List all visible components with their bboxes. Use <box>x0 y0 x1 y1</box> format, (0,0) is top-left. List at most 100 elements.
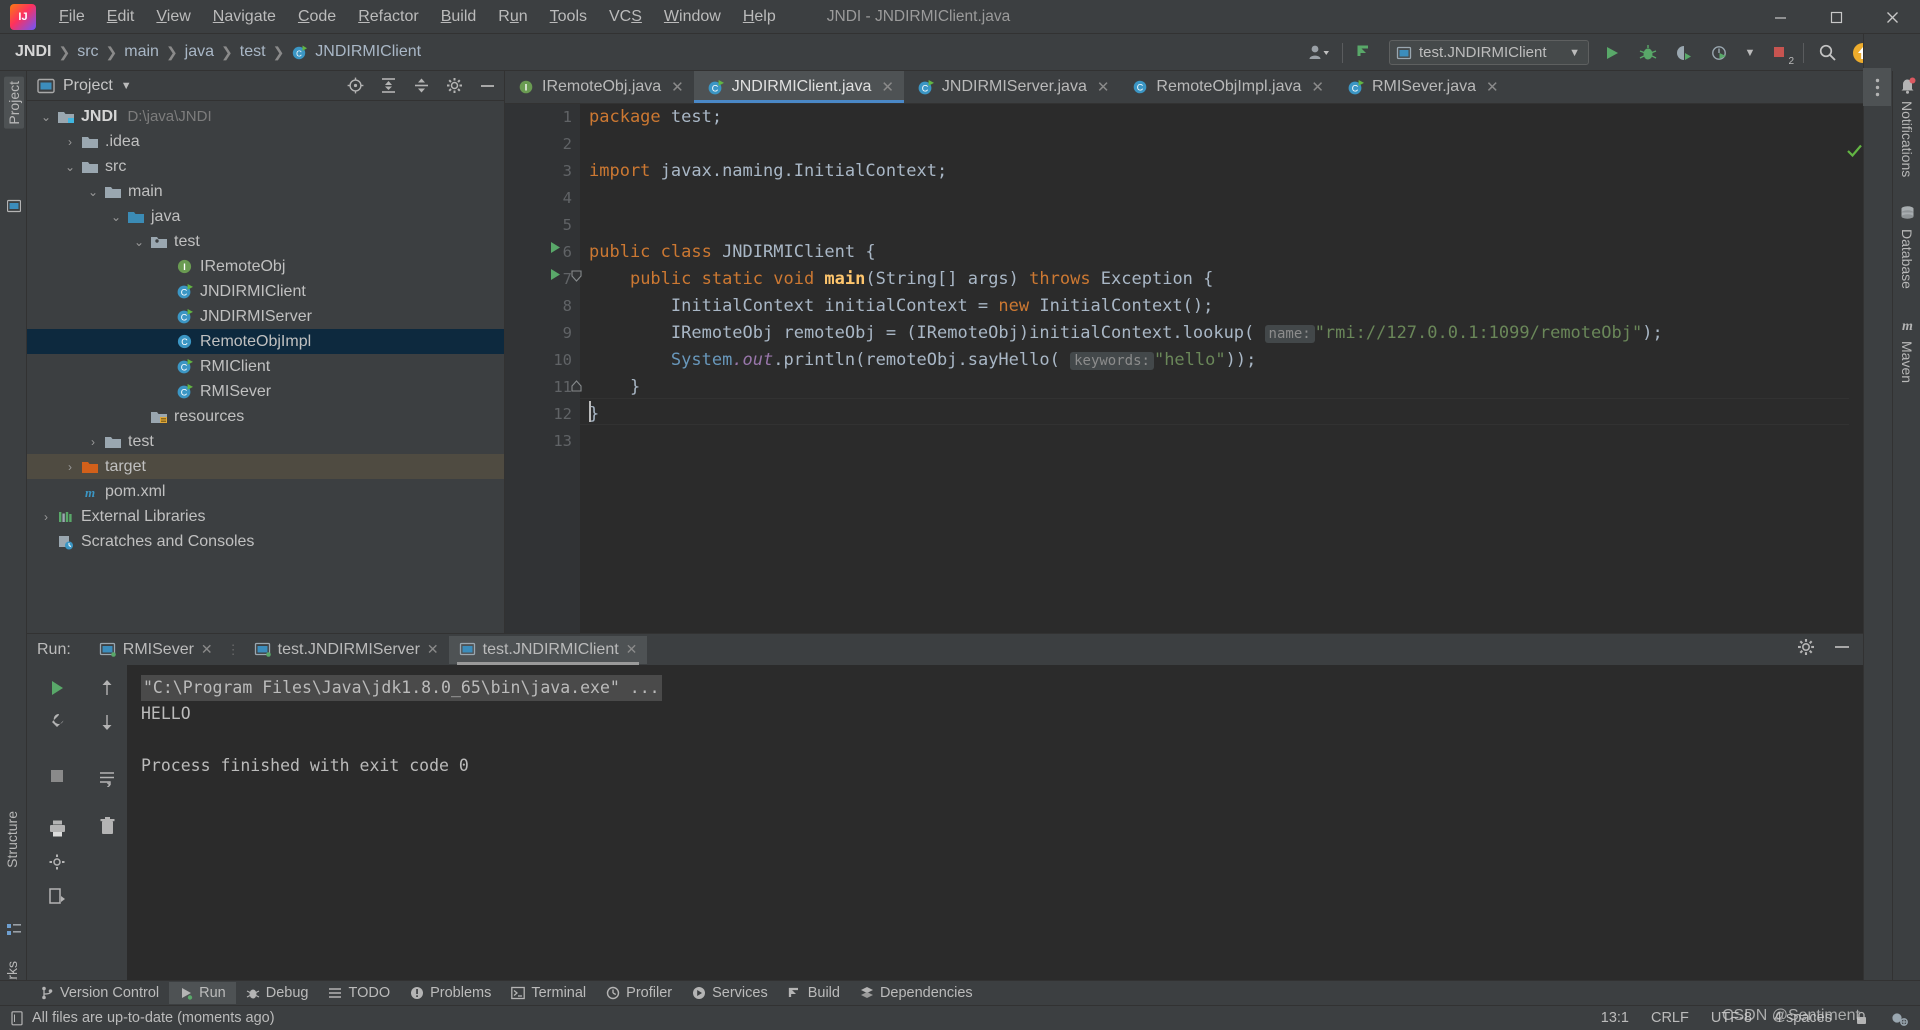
user-account-icon[interactable] <box>1306 40 1332 66</box>
tree-item-scratches-and-consoles[interactable]: Scratches and Consoles <box>27 529 504 554</box>
menu-navigate[interactable]: Navigate <box>202 4 287 30</box>
breadcrumb-item-main[interactable]: main <box>121 41 162 63</box>
chevron-down-icon[interactable]: ⌄ <box>39 110 53 124</box>
menu-file[interactable]: File <box>48 4 96 30</box>
stripe-button-structure[interactable]: Structure <box>4 811 20 868</box>
menu-tools[interactable]: Tools <box>539 4 598 30</box>
inspections-widget-icon[interactable] <box>1891 1010 1908 1026</box>
debug-icon[interactable] <box>1635 40 1661 66</box>
close-icon[interactable]: ✕ <box>881 78 894 96</box>
run-tab-jndirmiserver[interactable]: test.JNDIRMIServer ✕ <box>244 636 449 664</box>
bottom-button-services[interactable]: Services <box>682 982 778 1004</box>
menu-run[interactable]: Run <box>487 4 538 30</box>
stop-button[interactable] <box>40 759 74 793</box>
menu-edit[interactable]: Edit <box>96 4 146 30</box>
editor-scrollbar[interactable] <box>1846 137 1863 633</box>
close-icon[interactable]: ✕ <box>671 78 684 96</box>
tree-item-target[interactable]: › target <box>27 454 504 479</box>
bottom-button-problems[interactable]: Problems <box>400 982 501 1004</box>
gear-icon[interactable] <box>446 77 463 94</box>
run-gutter-icon[interactable] <box>549 268 562 284</box>
print-button[interactable] <box>40 811 74 845</box>
hide-panel-icon[interactable] <box>479 77 496 94</box>
bottom-button-version-control[interactable]: Version Control <box>30 982 169 1004</box>
tree-item-test-dir[interactable]: › test <box>27 429 504 454</box>
caret-position[interactable]: 13:1 <box>1601 1010 1629 1026</box>
menu-refactor[interactable]: Refactor <box>347 4 429 30</box>
breadcrumb-item-test[interactable]: test <box>237 41 269 63</box>
editor-tab-jndirmiclient[interactable]: C JNDIRMIClient.java ✕ <box>693 71 905 103</box>
bottom-button-debug[interactable]: Debug <box>236 982 319 1004</box>
breadcrumb-item-src[interactable]: src <box>74 41 101 63</box>
profiler-icon[interactable] <box>1707 40 1733 66</box>
clear-all-button[interactable] <box>90 809 124 843</box>
bottom-button-run[interactable]: Run <box>169 982 236 1004</box>
run-tab-jndirmiclient[interactable]: test.JNDIRMIClient ✕ <box>448 635 648 665</box>
editor-tab-remoteobjimpl[interactable]: C RemoteObjImpl.java ✕ <box>1119 71 1334 103</box>
bottom-button-terminal[interactable]: Terminal <box>501 982 596 1004</box>
line-separator[interactable]: CRLF <box>1651 1010 1689 1026</box>
stop-icon[interactable]: 2 <box>1767 40 1794 67</box>
bottom-button-dependencies[interactable]: Dependencies <box>850 982 983 1004</box>
run-console-output[interactable]: "C:\Program Files\Java\jdk1.8.0_65\bin\j… <box>127 665 1863 984</box>
tree-item-rmiclient[interactable]: C RMIClient <box>27 354 504 379</box>
search-everywhere-icon[interactable] <box>1814 40 1840 66</box>
export-button[interactable] <box>40 879 74 913</box>
chevron-right-icon[interactable]: › <box>86 435 100 449</box>
menu-vcs[interactable]: VCS <box>598 4 653 30</box>
minimize-button[interactable] <box>1752 0 1808 34</box>
close-icon[interactable]: ✕ <box>1097 78 1110 96</box>
menu-code[interactable]: Code <box>287 4 347 30</box>
scroll-down-button[interactable] <box>90 705 124 739</box>
run-gutter-icon[interactable] <box>549 241 562 257</box>
chevron-down-icon[interactable]: ⌄ <box>63 160 77 174</box>
edit-configuration-button[interactable] <box>40 705 74 739</box>
stripe-button-maven[interactable]: m Maven <box>1893 311 1920 383</box>
tab-drag-handle[interactable]: ⋮ <box>227 642 240 658</box>
chevron-down-icon[interactable]: ▼ <box>121 80 132 92</box>
tree-item-rmisever[interactable]: C RMISever <box>27 379 504 404</box>
indent-setting[interactable]: 4 spaces <box>1774 1010 1832 1026</box>
tree-item-resources[interactable]: resources <box>27 404 504 429</box>
menu-window[interactable]: Window <box>653 4 732 30</box>
project-tree[interactable]: ⌄ JNDI D:\java\JNDI › .idea ⌄ src ⌄ main… <box>27 101 504 633</box>
tree-item-pom-xml[interactable]: m pom.xml <box>27 479 504 504</box>
bottom-button-profiler[interactable]: Profiler <box>596 982 682 1004</box>
editor-tab-jndirmiserver[interactable]: C JNDIRMIServer.java ✕ <box>904 71 1120 103</box>
vcs-update-icon[interactable] <box>1353 40 1379 66</box>
run-configuration-selector[interactable]: test.JNDIRMIClient ▼ <box>1389 40 1589 65</box>
editor-gutter[interactable]: 1 2 3 4 5 6 7 8 9 10 11 12 13 <box>505 104 582 633</box>
tree-item-java[interactable]: ⌄ java <box>27 204 504 229</box>
stripe-button-project[interactable]: Project <box>4 77 24 129</box>
code-text[interactable]: package test; import javax.naming.Initia… <box>580 104 1863 633</box>
soft-wrap-button[interactable] <box>90 761 124 795</box>
menu-build[interactable]: Build <box>430 4 488 30</box>
stripe-button-notifications[interactable]: Notifications <box>1893 71 1920 177</box>
run-icon[interactable] <box>1599 40 1625 66</box>
menu-view[interactable]: View <box>145 4 201 30</box>
inspection-status-icon[interactable] <box>1846 142 1863 164</box>
tree-item-jndirmiserver[interactable]: C JNDIRMIServer <box>27 304 504 329</box>
rerun-button[interactable] <box>40 671 74 705</box>
select-opened-file-icon[interactable] <box>347 77 364 94</box>
chevron-down-icon[interactable]: ⌄ <box>109 210 123 224</box>
chevron-right-icon[interactable]: › <box>39 510 53 524</box>
tree-item-jndi[interactable]: ⌄ JNDI D:\java\JNDI <box>27 104 504 129</box>
chevron-down-icon[interactable]: ▼ <box>1743 40 1757 66</box>
gear-icon[interactable] <box>1797 638 1815 656</box>
close-icon[interactable]: ✕ <box>1486 78 1499 96</box>
tree-item-jndirmiclient[interactable]: C JNDIRMIClient <box>27 279 504 304</box>
tree-item-src[interactable]: ⌄ src <box>27 154 504 179</box>
tree-item-iremoteobj[interactable]: I IRemoteObj <box>27 254 504 279</box>
chevron-right-icon[interactable]: › <box>63 135 77 149</box>
close-icon[interactable]: ✕ <box>427 641 439 658</box>
run-with-coverage-icon[interactable] <box>1671 40 1697 66</box>
maximize-button[interactable] <box>1808 0 1864 34</box>
chevron-right-icon[interactable]: › <box>63 460 77 474</box>
menu-help[interactable]: Help <box>732 4 787 30</box>
collapse-all-icon[interactable] <box>413 77 430 94</box>
more-options-icon[interactable] <box>1863 68 1891 106</box>
read-only-lock-icon[interactable] <box>1854 1011 1869 1026</box>
tree-item-idea[interactable]: › .idea <box>27 129 504 154</box>
breadcrumb-item-project[interactable]: JNDI <box>12 41 54 63</box>
